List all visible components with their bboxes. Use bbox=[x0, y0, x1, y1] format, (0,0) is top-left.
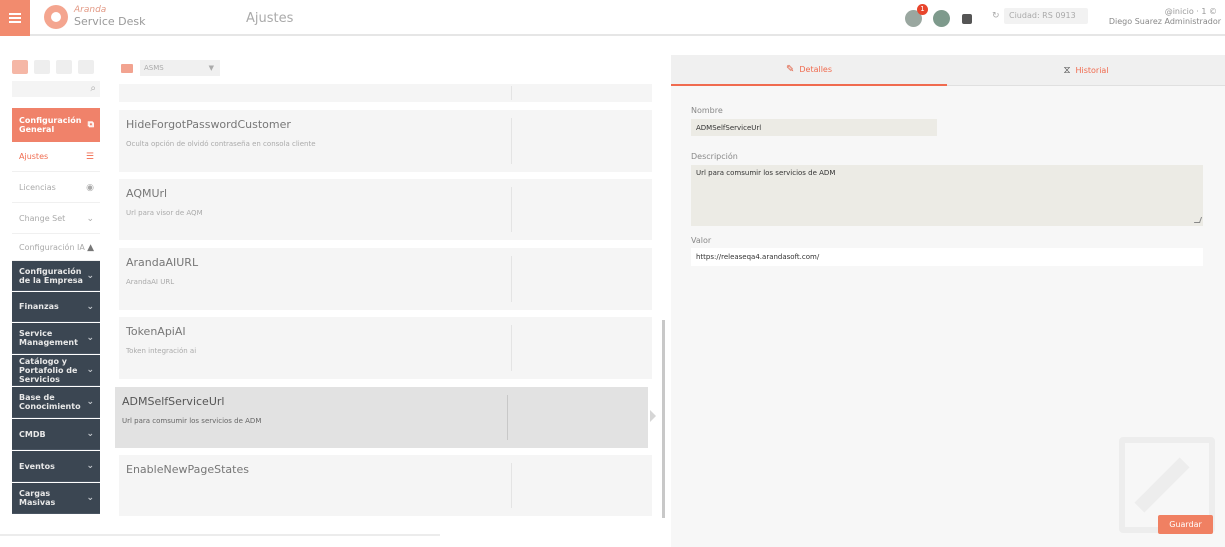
sidebar-item-cmdb[interactable]: CMDB ⌄ bbox=[12, 419, 100, 450]
hamburger-menu-button[interactable] bbox=[0, 0, 30, 36]
selection-arrow-icon bbox=[650, 410, 656, 422]
name-field[interactable] bbox=[691, 119, 937, 136]
chevron-down-icon: ⌄ bbox=[86, 429, 94, 439]
chevron-down-icon: ⌄ bbox=[86, 397, 94, 407]
inbox-icon[interactable] bbox=[34, 60, 50, 74]
chevron-down-icon: ⌄ bbox=[86, 493, 94, 503]
logo-bottom-text: Service Desk bbox=[74, 15, 146, 28]
tab-detalles[interactable]: ✎ Detalles bbox=[671, 55, 947, 86]
nav-search-input[interactable]: ⌕ bbox=[12, 81, 100, 97]
help-icon[interactable] bbox=[933, 10, 950, 27]
nav-toolbar bbox=[12, 60, 100, 76]
sidebar-item-licencias[interactable]: Licencias ◉ bbox=[12, 173, 100, 203]
hourglass-icon: ⧖ bbox=[1063, 65, 1071, 76]
notification-badge: 1 bbox=[917, 4, 928, 15]
reports-icon[interactable] bbox=[78, 60, 94, 74]
description-field[interactable]: Url para comsumir los servicios de ADM bbox=[691, 165, 1203, 226]
search-icon: ⌕ bbox=[90, 83, 96, 94]
app-header: Aranda Service Desk Ajustes 1 ↻ Ciudad: … bbox=[0, 0, 1225, 36]
sidebar-item-cargas-masivas[interactable]: Cargas Masivas ⌄ bbox=[12, 483, 100, 514]
refresh-icon[interactable]: ↻ bbox=[992, 11, 1000, 21]
name-label: Nombre bbox=[691, 106, 723, 115]
sidebar-item-finanzas[interactable]: Finanzas ⌄ bbox=[12, 292, 100, 322]
user-name[interactable]: Diego Suarez Administrador bbox=[1109, 17, 1221, 26]
chevron-down-icon: ⌄ bbox=[86, 270, 94, 281]
user-links[interactable]: @inicio · 1 © bbox=[1165, 7, 1217, 16]
sidebar-item-eventos[interactable]: Eventos ⌄ bbox=[12, 451, 100, 482]
chevron-down-icon: ⌄ bbox=[86, 333, 94, 343]
bot-icon: ▲ bbox=[87, 242, 94, 253]
value-label: Valor bbox=[691, 236, 712, 245]
sidebar-item-configuracion-empresa[interactable]: Configuración de la Empresa ⌄ bbox=[12, 261, 100, 291]
caret-down-icon: ▼ bbox=[208, 64, 214, 72]
filter-icon bbox=[121, 64, 133, 73]
chevron-down-icon: ⌄ bbox=[86, 461, 94, 471]
tab-historial[interactable]: ⧖ Historial bbox=[947, 55, 1225, 86]
menu-icon bbox=[9, 17, 21, 19]
chevron-down-icon: ⌄ bbox=[86, 301, 94, 312]
sidebar-item-configuracion-ia[interactable]: Configuración IA ▲ bbox=[12, 235, 100, 261]
sidebar-item-ajustes[interactable]: Ajustes ☰ bbox=[12, 142, 100, 172]
list-scrollbar[interactable] bbox=[662, 320, 665, 518]
setting-card[interactable]: ArandaAIURL ArandaAI URL bbox=[119, 248, 652, 310]
setting-card[interactable]: HideForgotPasswordCustomer Oculta opción… bbox=[119, 110, 652, 172]
aranda-logo-icon bbox=[44, 5, 68, 29]
setting-card[interactable]: TokenApiAI Token integración ai bbox=[119, 317, 652, 379]
footer-divider bbox=[0, 534, 440, 536]
setting-card[interactable]: EnableNewPageStates bbox=[119, 455, 652, 516]
grid-view-icon[interactable] bbox=[12, 60, 28, 74]
sidebar-item-configuracion-general[interactable]: Configuración General ⧉ bbox=[12, 108, 100, 142]
sidebar-item-change-set[interactable]: Change Set ⌄ bbox=[12, 204, 100, 234]
sidebar-item-service-management[interactable]: Service Management ⌄ bbox=[12, 323, 100, 354]
setting-card[interactable] bbox=[119, 84, 652, 102]
setting-card-selected[interactable]: ADMSelfServiceUrl Url para comsumir los … bbox=[115, 387, 648, 448]
module-filter-select[interactable]: ASMS ▼ bbox=[140, 60, 220, 76]
page-title: Ajustes bbox=[246, 11, 294, 26]
save-button[interactable]: Guardar bbox=[1158, 515, 1213, 534]
sidebar-item-base-conocimiento[interactable]: Base de Conocimiento ⌄ bbox=[12, 387, 100, 418]
setting-card[interactable]: AQMUrl Url para visor de AQM bbox=[119, 179, 652, 240]
users-icon[interactable] bbox=[56, 60, 72, 74]
detail-panel: ✎ Detalles ⧖ Historial Nombre Descripció… bbox=[671, 55, 1225, 547]
sliders-icon: ☰ bbox=[85, 151, 94, 162]
license-icon: ◉ bbox=[86, 182, 94, 193]
edit-icon: ✎ bbox=[785, 64, 795, 75]
chevron-down-icon: ⌄ bbox=[86, 365, 94, 375]
value-field[interactable] bbox=[691, 248, 1203, 266]
chevron-down-icon: ⌄ bbox=[86, 213, 94, 224]
logo-top-text: Aranda bbox=[74, 5, 107, 15]
description-label: Descripción bbox=[691, 152, 738, 161]
sidebar-item-catalogo[interactable]: Catálogo y Portafolio de Servicios ⌄ bbox=[12, 355, 100, 386]
tools-icon[interactable] bbox=[962, 14, 972, 24]
instance-selector[interactable]: Ciudad: RS 0913 bbox=[1004, 8, 1088, 24]
detail-tabs: ✎ Detalles ⧖ Historial bbox=[671, 55, 1225, 86]
settings-icon: ⧉ bbox=[87, 120, 94, 130]
